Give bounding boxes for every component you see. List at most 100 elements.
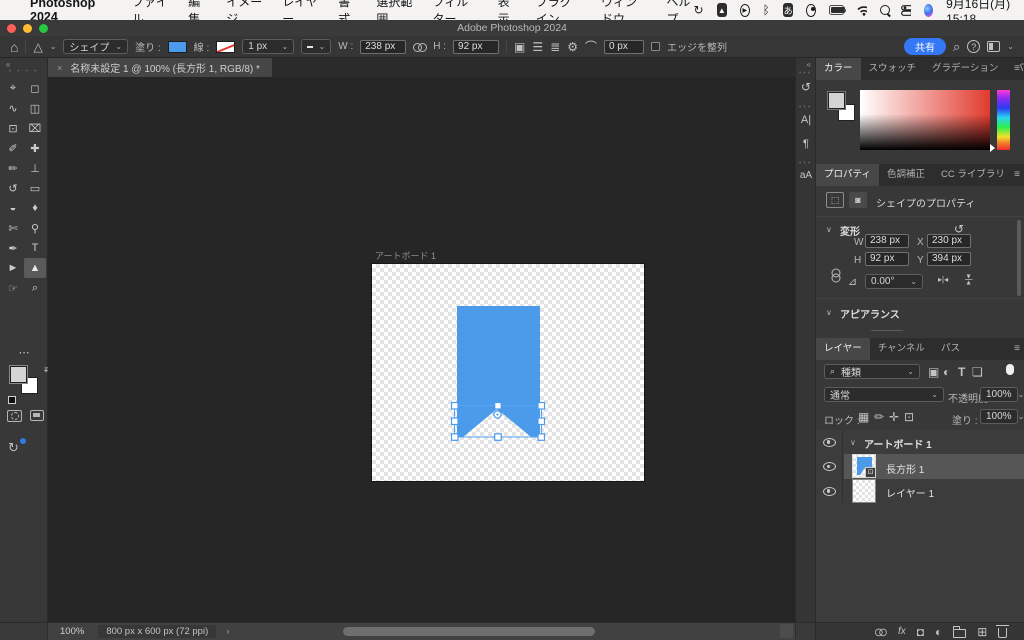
type-tool[interactable]: T [24, 238, 46, 258]
wifi-icon[interactable] [857, 5, 867, 16]
layer-thumbnail[interactable]: ⊡ [852, 454, 876, 478]
layer-fill-select[interactable]: 100%⌄ [980, 409, 1018, 424]
eyedropper-tool[interactable]: ✐ [2, 138, 24, 158]
fill-swatch[interactable] [168, 41, 187, 53]
visibility-eye-icon[interactable] [823, 487, 836, 496]
color-picker-field[interactable] [860, 90, 990, 150]
layer-effects-icon[interactable]: fx [898, 626, 906, 637]
path-arrangement-icon[interactable]: ≣ [550, 40, 560, 54]
user-account-icon[interactable] [806, 4, 816, 17]
panel-menu-icon[interactable]: ≡ [1010, 169, 1020, 180]
tab-swatches[interactable]: スウォッチ [861, 58, 925, 80]
align-edges-checkbox[interactable] [651, 42, 660, 51]
status-app-icon[interactable]: ▲ [717, 3, 727, 17]
lock-transparency-icon[interactable]: ▦ [858, 410, 869, 424]
dodge-tool[interactable]: ⚲ [24, 218, 46, 238]
shape-settings-gear-icon[interactable]: ⚙ [567, 40, 578, 54]
color-field-marker[interactable] [860, 90, 866, 96]
blur-tool[interactable]: ♦ [24, 198, 46, 218]
object-selection-tool[interactable]: ◫ [24, 98, 46, 118]
shape-tool[interactable]: ▲ [24, 258, 46, 278]
artboard-collapse-icon[interactable]: ∨ [850, 438, 856, 447]
height-input[interactable]: 92 px [453, 40, 499, 54]
zoom-tool[interactable]: ⌕ [24, 278, 46, 298]
time-machine-icon[interactable]: ↻ [693, 3, 703, 17]
workspace-chevron-icon[interactable]: ⌄ [1007, 42, 1014, 51]
appearance-collapse-icon[interactable]: ∨ [826, 308, 832, 317]
scrollbar-thumb[interactable] [343, 627, 595, 636]
stroke-swatch[interactable] [216, 41, 235, 53]
hue-slider[interactable] [997, 90, 1010, 150]
quick-mask-icon[interactable] [7, 410, 22, 422]
smudge-tool[interactable]: ✄ [2, 218, 24, 238]
media-play-icon[interactable]: ▶ [740, 4, 750, 17]
frame-tool[interactable]: ⌧ [24, 118, 46, 138]
pen-tool[interactable]: ✒ [2, 238, 24, 258]
path-selection-tool[interactable]: ► [2, 258, 24, 278]
control-center-icon[interactable] [901, 5, 911, 16]
visibility-eye-icon[interactable] [823, 462, 836, 471]
brush-tool[interactable]: ✏ [2, 158, 24, 178]
lock-position-icon[interactable]: ✛ [889, 410, 899, 424]
new-group-icon[interactable] [953, 629, 966, 638]
delete-layer-icon[interactable] [998, 628, 1007, 638]
home-icon[interactable]: ⌂ [10, 39, 18, 55]
width-input[interactable]: 238 px [360, 40, 406, 54]
close-tab-icon[interactable]: × [57, 63, 62, 73]
workspace-icon[interactable] [987, 41, 1000, 52]
search-icon[interactable]: ⌕ [953, 39, 960, 55]
tool-preset-chevron-icon[interactable]: ⌄ [50, 42, 57, 51]
screen-mode-icon[interactable] [30, 410, 44, 421]
marquee-tool[interactable]: ◻ [24, 78, 46, 98]
filter-type-layers-icon[interactable]: T [958, 365, 965, 379]
layer-thumbnail[interactable] [852, 479, 876, 503]
document-info[interactable]: 800 px x 600 px (72 ppi) [98, 625, 216, 638]
tab-color[interactable]: カラー [816, 58, 861, 80]
filter-shape-layers-icon[interactable]: ❏ [972, 365, 983, 379]
spotlight-search-icon[interactable] [880, 5, 888, 16]
filter-pixel-layers-icon[interactable]: ▣ [928, 365, 939, 379]
tab-channels[interactable]: チャンネル [870, 338, 933, 360]
properties-scrollbar[interactable] [1017, 220, 1021, 296]
tab-gradients[interactable]: グラデーション [924, 58, 1006, 80]
canvas-pasteboard[interactable]: アートボード 1 [48, 77, 795, 622]
new-adjustment-layer-icon[interactable]: ◐ [935, 625, 942, 639]
artboard[interactable] [372, 264, 644, 481]
history-brush-tool[interactable]: ↺ [2, 178, 24, 198]
glyphs-panel-icon[interactable]: aA [796, 170, 816, 181]
document-tab[interactable]: × 名称未設定 1 @ 100% (長方形 1, RGB/8) * [48, 58, 272, 77]
lock-artboard-icon[interactable]: ⊡ [904, 410, 914, 424]
move-tool[interactable]: ⌖ [2, 78, 24, 98]
tab-paths[interactable]: パス [933, 338, 968, 360]
toolbar-grip[interactable]: • • • • [0, 68, 47, 75]
siri-icon[interactable] [924, 4, 933, 17]
default-colors-icon[interactable] [8, 396, 16, 404]
tab-layers[interactable]: レイヤー [816, 338, 870, 360]
color-foreground-swatch[interactable] [828, 92, 845, 109]
eraser-tool[interactable]: ▭ [24, 178, 46, 198]
zoom-level-field[interactable]: 100% [60, 626, 84, 637]
hand-tool[interactable]: ☞ [2, 278, 24, 298]
foreground-color-swatch[interactable] [10, 366, 27, 383]
input-source-icon[interactable]: あ [783, 3, 793, 17]
gradient-tool[interactable]: ◒ [2, 198, 24, 218]
edit-toolbar-icon[interactable]: ⋯ [0, 346, 48, 359]
hue-slider-marker[interactable] [990, 144, 995, 152]
paragraph-panel-icon[interactable]: ¶ [796, 138, 816, 150]
layer-row-empty[interactable]: レイヤー 1 [816, 479, 1024, 503]
panel-menu-icon[interactable]: ≡ [1010, 63, 1020, 74]
link-wh-chain-icon[interactable] [833, 269, 841, 282]
history-panel-icon[interactable]: ↺ [796, 80, 816, 94]
layer-row-artboard[interactable]: ∨ アートボード 1 [816, 430, 1024, 454]
mask-props-icon[interactable]: ◙ [849, 192, 867, 208]
eye-cell[interactable] [816, 454, 843, 479]
horizontal-scrollbar[interactable] [340, 627, 780, 636]
transform-collapse-icon[interactable]: ∨ [826, 225, 832, 234]
help-icon[interactable]: ? [967, 40, 980, 53]
lock-pixels-icon[interactable]: ✏ [874, 410, 884, 424]
tab-cc-libraries[interactable]: CC ライブラリ [933, 164, 1013, 186]
battery-icon[interactable] [829, 5, 844, 15]
link-dimensions-icon[interactable] [413, 43, 426, 51]
eye-cell[interactable] [816, 479, 843, 503]
path-operations-icon[interactable]: ▣ [514, 40, 525, 54]
